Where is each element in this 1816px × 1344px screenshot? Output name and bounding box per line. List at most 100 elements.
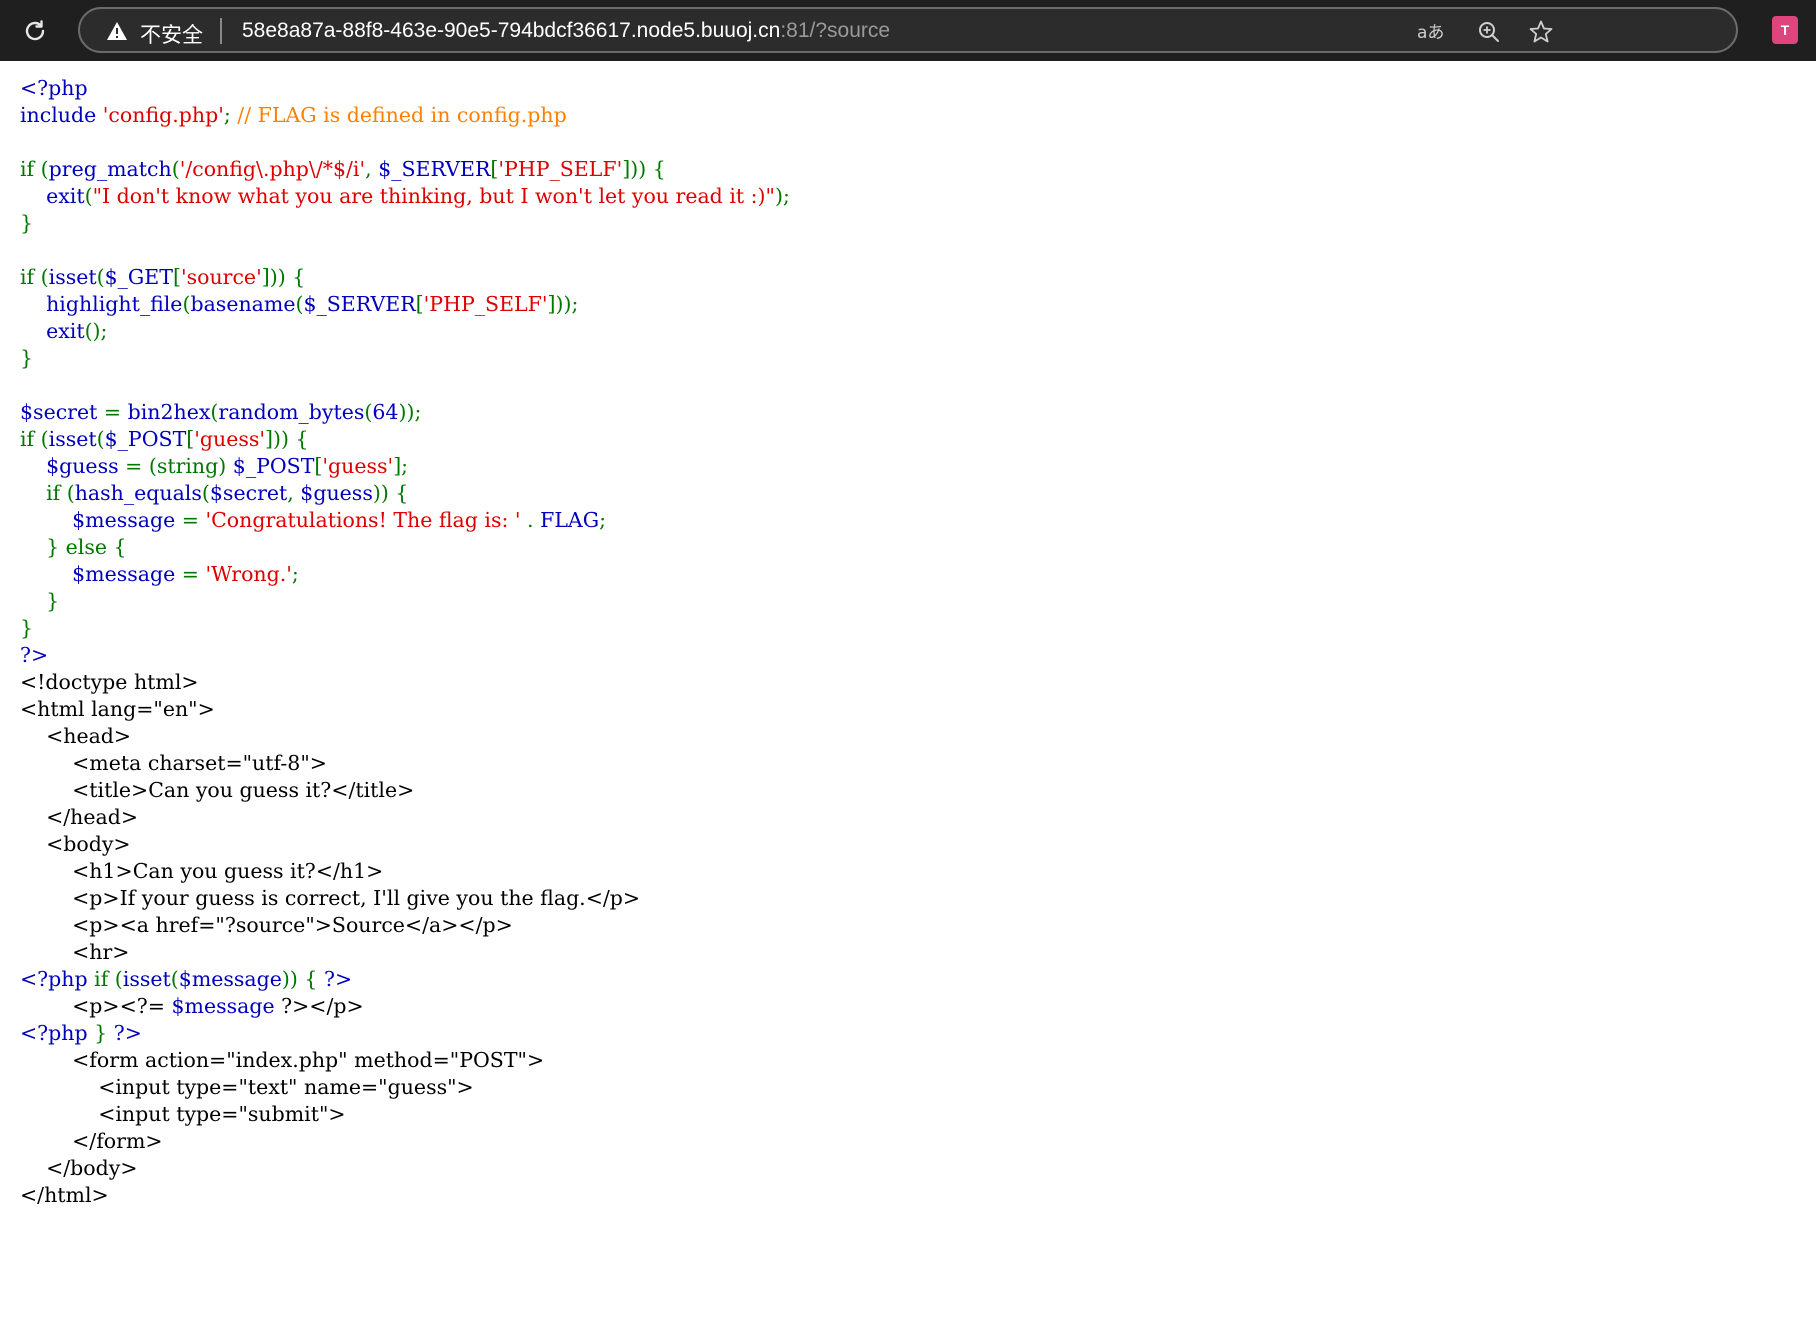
- code-line: } else {: [20, 534, 790, 561]
- code-token: 64: [372, 400, 399, 424]
- code-line: $message = 'Wrong.';: [20, 561, 790, 588]
- code-token: 'config.php': [102, 103, 224, 127]
- code-token: ])) {: [265, 427, 309, 451]
- code-token: <input type="text" name="guess">: [20, 1075, 474, 1099]
- code-token: 'guess': [194, 427, 266, 451]
- code-token: ?>: [113, 1021, 142, 1045]
- security-status-label[interactable]: 不安全: [140, 19, 203, 49]
- code-token: ,: [287, 481, 301, 505]
- code-token: ();: [84, 319, 108, 343]
- code-line: <h1>Can you guess it?</h1>: [20, 858, 790, 885]
- code-token: 'source': [180, 265, 262, 289]
- code-token: </html>: [20, 1183, 109, 1207]
- code-line: if (preg_match('/config\.php\/*$/i', $_S…: [20, 156, 790, 183]
- code-token: if (: [20, 157, 49, 181]
- code-line: <form action="index.php" method="POST">: [20, 1047, 790, 1074]
- code-token: // FLAG is defined in config.php: [230, 103, 567, 127]
- code-token: }: [94, 1021, 114, 1045]
- code-token: if (: [20, 427, 49, 451]
- code-token: }: [20, 346, 34, 370]
- bookmark-star-icon[interactable]: [1526, 17, 1556, 47]
- code-token: $_SERVER: [303, 292, 416, 316]
- address-bar[interactable]: 不安全 58e8a87a-88f8-463e-90e5-794bdcf36617…: [78, 7, 1738, 53]
- zoom-icon[interactable]: [1474, 17, 1504, 47]
- code-line: if (isset($_POST['guess'])) {: [20, 426, 790, 453]
- code-token: <!doctype html>: [20, 670, 199, 694]
- code-token: 'Congratulations! The flag is: ': [205, 508, 528, 532]
- code-token: .: [527, 508, 541, 532]
- code-token: <?php: [20, 967, 95, 991]
- code-line: }: [20, 345, 790, 372]
- code-token: hash_equals: [74, 481, 202, 505]
- svg-text:aあ: aあ: [1417, 23, 1444, 43]
- code-token: (: [96, 265, 105, 289]
- code-token: ])) {: [261, 265, 306, 289]
- code-token: }: [20, 589, 60, 613]
- code-token: <p><a href="?source">Source</a></p>: [20, 913, 513, 937]
- code-token: ;: [223, 103, 231, 127]
- code-token: =: [103, 400, 128, 424]
- code-token: isset: [122, 967, 171, 991]
- code-line: $message = 'Congratulations! The flag is…: [20, 507, 790, 534]
- code-token: [: [415, 292, 424, 316]
- code-token: <hr>: [20, 940, 130, 964]
- code-token: ?></p>: [281, 994, 364, 1018]
- reload-icon[interactable]: [18, 14, 52, 48]
- code-token: ;: [599, 508, 607, 532]
- code-line: }: [20, 210, 790, 237]
- code-token: <meta charset="utf-8">: [20, 751, 327, 775]
- code-token: $_POST: [232, 454, 315, 478]
- code-token: = (string): [125, 454, 233, 478]
- code-token: =: [181, 508, 206, 532]
- code-token: $message: [171, 994, 282, 1018]
- code-line: if (isset($_GET['source'])) {: [20, 264, 790, 291]
- code-token: $message: [178, 967, 282, 991]
- code-token: 'guess': [322, 454, 394, 478]
- code-token: random_bytes: [218, 400, 365, 424]
- code-line: highlight_file(basename($_SERVER['PHP_SE…: [20, 291, 790, 318]
- code-token: if (: [20, 265, 49, 289]
- code-line: </form>: [20, 1128, 790, 1155]
- code-line: <input type="text" name="guess">: [20, 1074, 790, 1101]
- code-line: <?php: [20, 75, 790, 102]
- code-token: <p>If your guess is correct, I'll give y…: [20, 886, 641, 910]
- code-line: <body>: [20, 831, 790, 858]
- code-token: ));: [398, 400, 422, 424]
- code-token: }: [20, 211, 34, 235]
- code-line: <?php if (isset($message)) { ?>: [20, 966, 790, 993]
- code-token: '/config\.php\/*$/i': [179, 157, 366, 181]
- url-port-path: :81/?source: [780, 19, 891, 42]
- code-token: $message: [20, 508, 182, 532]
- code-line: <p><a href="?source">Source</a></p>: [20, 912, 790, 939]
- code-token: <body>: [20, 832, 131, 856]
- code-token: ?>: [324, 967, 353, 991]
- extension-translate-icon[interactable]: T: [1772, 16, 1798, 44]
- browser-toolbar: 不安全 58e8a87a-88f8-463e-90e5-794bdcf36617…: [0, 0, 1816, 61]
- code-token: bin2hex: [127, 400, 211, 424]
- url-text[interactable]: 58e8a87a-88f8-463e-90e5-794bdcf36617.nod…: [242, 19, 890, 43]
- code-token: ];: [393, 454, 409, 478]
- code-token: [: [172, 265, 181, 289]
- code-token: ,: [365, 157, 379, 181]
- code-line: </html>: [20, 1182, 790, 1209]
- code-token: preg_match: [48, 157, 172, 181]
- code-token: (: [170, 967, 179, 991]
- code-line: $guess = (string) $_POST['guess'];: [20, 453, 790, 480]
- code-token: (: [84, 184, 93, 208]
- code-token: 'PHP_SELF': [423, 292, 548, 316]
- translate-icon[interactable]: aあ: [1416, 17, 1446, 47]
- code-line: </head>: [20, 804, 790, 831]
- url-host: 58e8a87a-88f8-463e-90e5-794bdcf36617.nod…: [242, 19, 781, 42]
- code-token: ])) {: [622, 157, 666, 181]
- code-token: $_POST: [104, 427, 187, 451]
- code-token: } else {: [20, 535, 127, 559]
- warning-icon[interactable]: [106, 21, 128, 41]
- code-line: }: [20, 615, 790, 642]
- code-token: exit: [20, 184, 85, 208]
- code-line: <input type="submit">: [20, 1101, 790, 1128]
- code-token: $secret: [209, 481, 288, 505]
- code-token: $guess: [300, 481, 373, 505]
